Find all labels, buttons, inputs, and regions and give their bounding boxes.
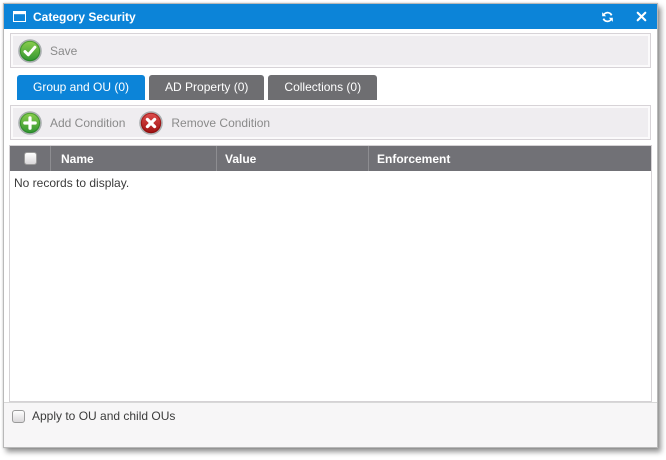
select-all-checkbox[interactable]	[24, 152, 37, 165]
column-header-enforcement[interactable]: Enforcement	[369, 146, 651, 171]
empty-records-message: No records to display.	[14, 176, 129, 190]
grid-header-select-cell	[10, 146, 51, 171]
tabstrip: Group and OU (0) AD Property (0) Collect…	[17, 75, 652, 100]
save-button[interactable]: Save	[18, 39, 77, 63]
dialog-content: Save Group and OU (0) AD Property (0) Co…	[4, 29, 657, 402]
remove-condition-label: Remove Condition	[171, 116, 270, 130]
tab-ad-property[interactable]: AD Property (0)	[149, 75, 264, 100]
refresh-icon[interactable]	[600, 10, 615, 24]
conditions-grid: Name Value Enforcement No records to dis…	[9, 145, 652, 402]
dialog-footer: Apply to OU and child OUs	[4, 402, 657, 447]
titlebar: Category Security	[4, 4, 657, 29]
grid-body: No records to display.	[10, 171, 651, 401]
tab-collections[interactable]: Collections (0)	[268, 75, 377, 100]
grid-header-row: Name Value Enforcement	[10, 146, 651, 171]
save-button-label: Save	[50, 44, 77, 58]
apply-to-ou-checkbox[interactable]	[12, 410, 25, 423]
window-title: Category Security	[33, 10, 136, 24]
remove-condition-button[interactable]: Remove Condition	[139, 111, 270, 135]
add-condition-button[interactable]: Add Condition	[18, 111, 125, 135]
column-header-name[interactable]: Name	[51, 146, 217, 171]
red-x-circle-icon	[139, 111, 163, 135]
column-header-value[interactable]: Value	[217, 146, 369, 171]
condition-toolbar: Add Condition Remove Condi	[10, 105, 651, 140]
window-icon	[13, 11, 26, 22]
green-check-circle-icon	[18, 39, 42, 63]
tab-group-and-ou[interactable]: Group and OU (0)	[17, 75, 145, 100]
close-icon[interactable]	[636, 11, 647, 22]
green-plus-circle-icon	[18, 111, 42, 135]
add-condition-label: Add Condition	[50, 116, 125, 130]
category-security-dialog: Category Security	[3, 3, 658, 448]
save-toolbar: Save	[10, 33, 651, 68]
apply-to-ou-label[interactable]: Apply to OU and child OUs	[32, 409, 175, 423]
